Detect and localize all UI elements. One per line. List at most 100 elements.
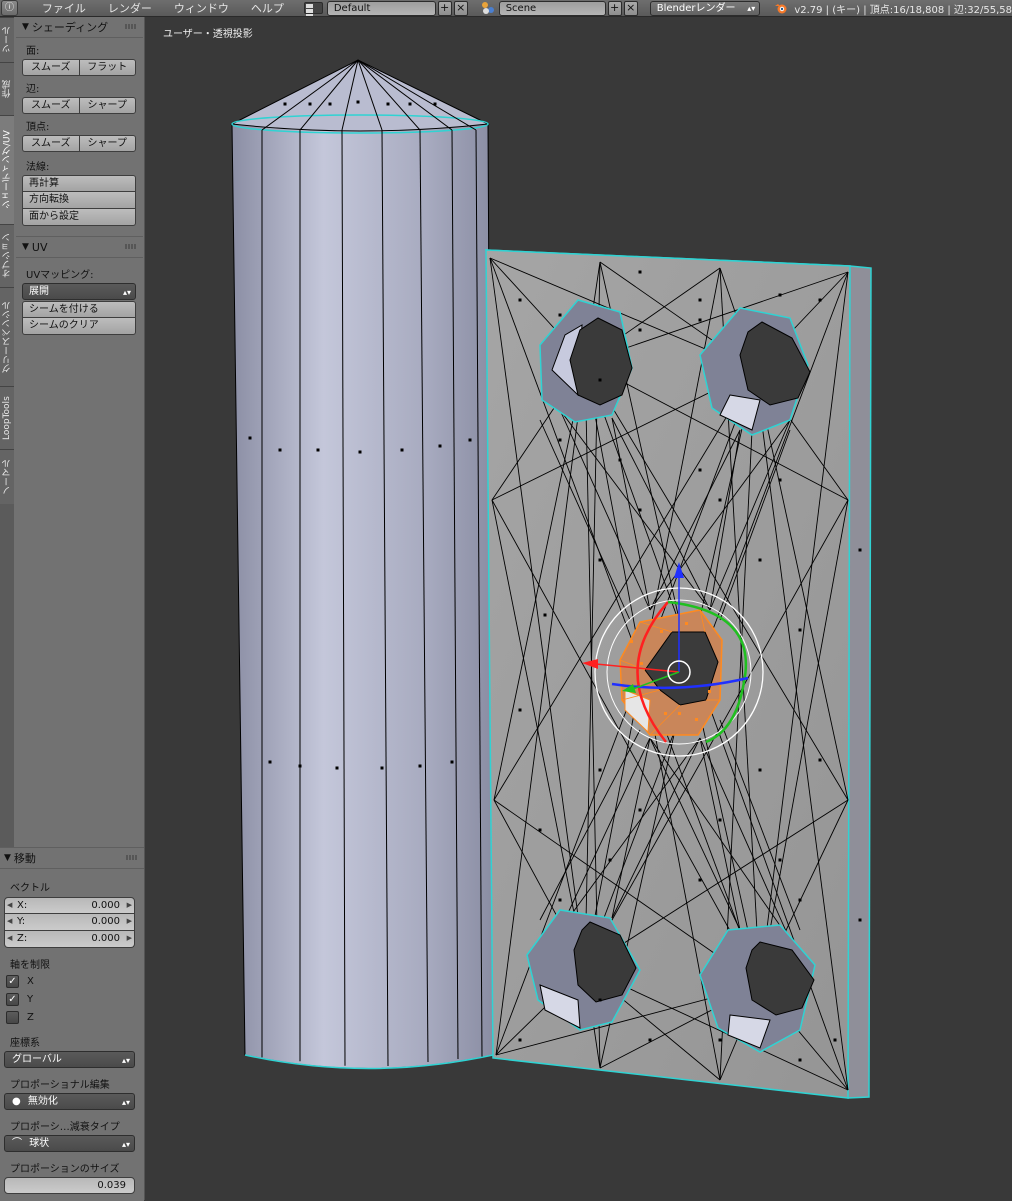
face-dot xyxy=(328,102,332,106)
decrement-arrow-icon[interactable]: ◀ xyxy=(7,898,12,913)
face-smooth-button[interactable]: スムーズ xyxy=(22,59,79,76)
decrement-arrow-icon[interactable]: ◀ xyxy=(7,931,12,946)
increment-arrow-icon[interactable]: ▶ xyxy=(127,898,132,913)
tab-create[interactable]: 作成 xyxy=(0,62,14,115)
face-dot xyxy=(818,758,822,762)
operator-panel-title: 移動 xyxy=(13,852,36,865)
increment-arrow-icon[interactable]: ▶ xyxy=(127,914,132,929)
face-dot xyxy=(778,858,782,862)
face-dot xyxy=(438,444,442,448)
tab-looptools[interactable]: LoopTools xyxy=(0,386,14,449)
uv-panel-header[interactable]: ▼ UV xyxy=(16,236,143,258)
info-icon[interactable]: ⓘ xyxy=(1,0,18,16)
3d-viewport[interactable]: ユーザー・透視投影 xyxy=(145,17,1012,1200)
face-dot xyxy=(858,548,862,552)
render-engine-dropdown[interactable]: Blenderレンダー ▴▾ xyxy=(649,0,761,16)
face-dot xyxy=(298,764,302,768)
vector-x-field[interactable]: ◀ X: 0.000 ▶ xyxy=(4,897,135,914)
tab-grease-pencil[interactable]: グリースペンシル xyxy=(0,287,14,386)
clear-seam-button[interactable]: シームのクリア xyxy=(22,318,136,335)
shading-panel-title: シェーディング xyxy=(31,21,109,34)
constraint-axis-label: 軸を制限 xyxy=(10,960,50,971)
collapse-triangle-icon: ▼ xyxy=(4,853,11,863)
x-axis-label: X: xyxy=(17,900,28,911)
proportional-edit-dropdown[interactable]: ● 無効化 ▴▾ xyxy=(4,1093,135,1110)
face-dot xyxy=(356,100,360,104)
face-dot xyxy=(818,298,822,302)
checkmark-icon[interactable]: ✓ xyxy=(6,974,19,988)
operator-panel-header[interactable]: ▼ 移動 xyxy=(0,848,144,869)
decrement-arrow-icon[interactable]: ◀ xyxy=(7,914,12,929)
checkmark-icon[interactable]: ✓ xyxy=(6,992,19,1006)
scene-field[interactable]: Scene xyxy=(498,0,606,16)
menu-render[interactable]: レンダー xyxy=(108,0,152,16)
mark-seam-button[interactable]: シームを付ける xyxy=(22,301,136,318)
uv-unwrap-label: 展開 xyxy=(29,286,49,297)
falloff-value: 球状 xyxy=(29,1138,50,1149)
edge-sharp-button[interactable]: シャープ xyxy=(78,97,136,114)
constraint-x-checkbox[interactable]: ✓ X xyxy=(6,972,144,990)
edge-smooth-button[interactable]: スムーズ xyxy=(22,97,79,114)
uv-unwrap-dropdown[interactable]: 展開 ▴▾ xyxy=(22,283,136,300)
vertex-sharp-button[interactable]: シャープ xyxy=(78,135,136,152)
vector-z-field[interactable]: ◀ Z: 0.000 ▶ xyxy=(4,931,135,948)
delete-scene-button[interactable]: × xyxy=(623,0,638,16)
set-from-faces-button[interactable]: 面から設定 xyxy=(22,209,136,226)
face-dot xyxy=(335,766,339,770)
disabled-circle-icon: ● xyxy=(12,1096,21,1107)
tab-options[interactable]: オプション xyxy=(0,224,14,287)
face-dot xyxy=(698,318,702,322)
falloff-dropdown[interactable]: ⌒ 球状 ▴▾ xyxy=(4,1135,135,1152)
falloff-label: プロポーシ…減衰タイプ xyxy=(10,1122,120,1133)
face-dot xyxy=(598,378,602,382)
face-dot xyxy=(433,102,437,106)
delete-layout-button[interactable]: × xyxy=(453,0,468,16)
y-value: 0.000 xyxy=(91,916,120,927)
face-flat-button[interactable]: フラット xyxy=(78,59,136,76)
shading-panel-header[interactable]: ▼ シェーディング xyxy=(16,17,143,38)
drag-grip-icon[interactable] xyxy=(126,855,138,860)
orientation-dropdown[interactable]: グローバル ▴▾ xyxy=(4,1051,135,1068)
add-scene-button[interactable]: + xyxy=(607,0,622,16)
face-dot xyxy=(638,508,642,512)
face-dot xyxy=(358,450,362,454)
edge-label: 辺: xyxy=(26,84,40,95)
face-dot xyxy=(283,102,287,106)
orientation-value: グローバル xyxy=(12,1054,62,1065)
face-dot xyxy=(558,313,562,317)
face-dot xyxy=(418,764,422,768)
scene-icon[interactable] xyxy=(481,2,497,14)
vertex-smooth-button[interactable]: スムーズ xyxy=(22,135,79,152)
shelf-content: ▼ シェーディング 面: スムーズ フラット 辺: スムーズ シャープ 頂点: … xyxy=(16,17,143,335)
blender-logo-icon xyxy=(774,2,788,14)
mesh-scene[interactable]: ユーザー・透視投影 xyxy=(145,17,1012,1200)
tab-tools[interactable]: ツール xyxy=(0,17,14,62)
flip-direction-button[interactable]: 方向転換 xyxy=(22,192,136,209)
add-layout-button[interactable]: + xyxy=(437,0,452,16)
increment-arrow-icon[interactable]: ▶ xyxy=(127,931,132,946)
tab-normal[interactable]: ノーマル xyxy=(0,449,14,504)
screen-layout-icon[interactable] xyxy=(303,2,323,16)
screen-layout-field[interactable]: Default xyxy=(326,0,436,16)
render-engine-label: Blenderレンダー xyxy=(656,2,736,14)
face-dot xyxy=(778,293,782,297)
menu-window[interactable]: ウィンドウ xyxy=(174,0,229,16)
unchecked-box-icon[interactable] xyxy=(6,1010,19,1024)
vector-y-field[interactable]: ◀ Y: 0.000 ▶ xyxy=(4,914,135,931)
constraint-z-checkbox[interactable]: Z xyxy=(6,1008,144,1026)
constraint-y-checkbox[interactable]: ✓ Y xyxy=(6,990,144,1008)
face-dot xyxy=(608,858,612,862)
menu-file[interactable]: ファイル xyxy=(42,0,86,16)
face-dot xyxy=(268,760,272,764)
menu-help[interactable]: ヘルプ xyxy=(251,0,284,16)
recalculate-normals-button[interactable]: 再計算 xyxy=(22,175,136,192)
drag-grip-icon[interactable] xyxy=(125,244,137,249)
proportional-size-field[interactable]: 0.039 xyxy=(4,1177,135,1194)
cylinder-mesh[interactable] xyxy=(230,59,494,1070)
tab-shading-uv[interactable]: シェーディング/UV xyxy=(0,115,14,224)
drag-grip-icon[interactable] xyxy=(125,24,137,29)
z-axis-label: Z: xyxy=(17,933,28,944)
constraint-x-label: X xyxy=(27,975,34,987)
face-dot xyxy=(648,1038,652,1042)
face-dot xyxy=(718,1038,722,1042)
